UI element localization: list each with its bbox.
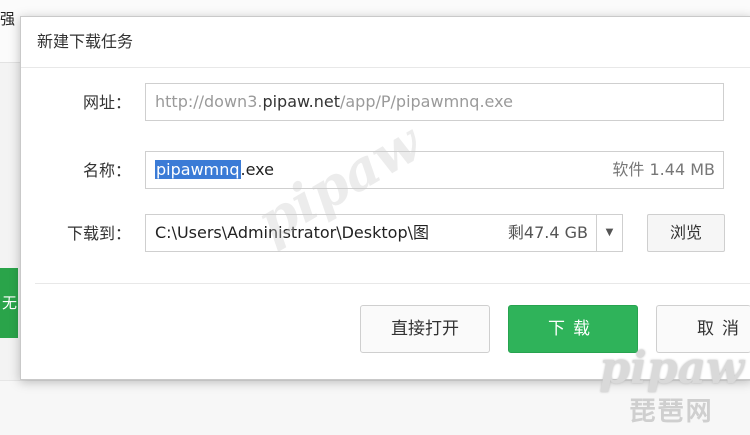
filename-input[interactable]: pipawmnq.exe 软件 1.44 MB bbox=[145, 151, 724, 189]
divider bbox=[35, 283, 750, 284]
name-row: 名称： pipawmnq.exe 软件 1.44 MB bbox=[21, 151, 750, 191]
background-text-fragment: 强 bbox=[0, 10, 15, 28]
cancel-button[interactable]: 取消 bbox=[656, 305, 750, 353]
dialog-title: 新建下载任务 bbox=[21, 17, 750, 68]
save-to-row: 下载到： C:\Users\Administrator\Desktop\图 剩47… bbox=[21, 214, 750, 254]
url-domain: pipaw.net bbox=[262, 92, 340, 111]
new-download-dialog: 新建下载任务 网址： http://down3.pipaw.net/app/P/… bbox=[20, 16, 750, 380]
url-row: 网址： http://down3.pipaw.net/app/P/pipawmn… bbox=[21, 83, 750, 123]
save-path-text: C:\Users\Administrator\Desktop\图 bbox=[155, 223, 429, 242]
save-path-input[interactable]: C:\Users\Administrator\Desktop\图 剩47.4 GB bbox=[145, 214, 597, 252]
download-button[interactable]: 下载 bbox=[508, 305, 638, 353]
file-type-size: 软件 1.44 MB bbox=[612, 160, 715, 179]
name-label: 名称： bbox=[82, 161, 131, 180]
filename-selected-text: pipawmnq bbox=[155, 160, 241, 179]
open-directly-button[interactable]: 直接打开 bbox=[360, 305, 490, 353]
url-suffix: /app/P/pipawmnq.exe bbox=[339, 92, 513, 111]
url-input[interactable]: http://down3.pipaw.net/app/P/pipawmnq.ex… bbox=[145, 83, 724, 121]
free-space-text: 剩47.4 GB bbox=[507, 223, 588, 242]
filename-extension: .exe bbox=[240, 160, 274, 179]
background-green-button[interactable]: 无 bbox=[0, 268, 18, 338]
background-lower-area bbox=[0, 380, 750, 435]
save-to-label: 下载到： bbox=[66, 224, 131, 243]
url-prefix: http://down3. bbox=[155, 92, 263, 111]
browse-button[interactable]: 浏览 bbox=[647, 214, 725, 252]
url-label: 网址： bbox=[82, 93, 131, 112]
chevron-down-icon[interactable]: ▼ bbox=[597, 214, 623, 252]
